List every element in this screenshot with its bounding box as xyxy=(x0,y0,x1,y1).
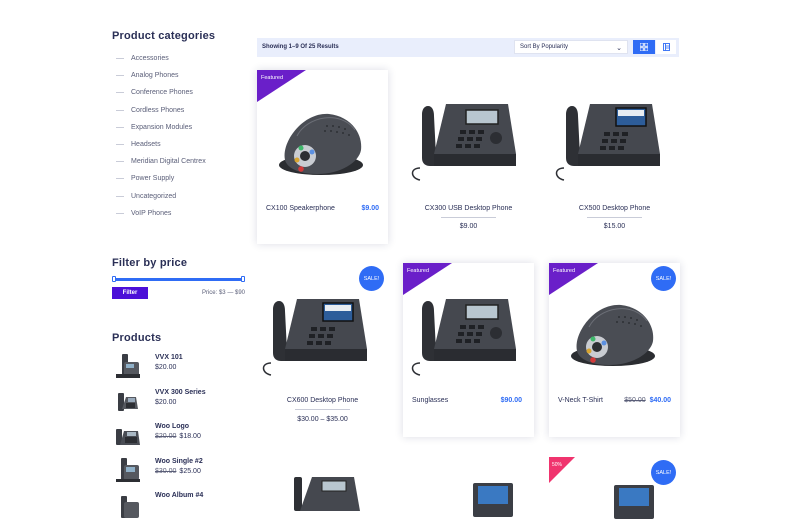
product-card[interactable]: CX500 Desktop Phone $15.00 xyxy=(549,70,680,244)
product-name[interactable]: Woo Logo xyxy=(155,423,201,430)
featured-label: Featured xyxy=(407,268,430,274)
price-filter-widget: Filter by price Filter Price: $3 — $90 xyxy=(112,257,245,299)
category-item[interactable]: VoIP Phones xyxy=(112,205,247,222)
shop-toolbar: Showing 1–9 Of 25 Results Sort By Popula… xyxy=(257,38,679,57)
product-title[interactable]: V-Neck T-Shirt xyxy=(558,397,603,404)
product-card[interactable]: SALE! CX600 Desktop Phone $30.00 – $35.0… xyxy=(257,263,388,437)
product-price: $50.00 $40.00 xyxy=(624,397,671,404)
product-image[interactable] xyxy=(279,94,367,186)
product-price: $90.00 xyxy=(500,397,522,404)
list-view-button[interactable] xyxy=(656,40,676,54)
product-price: $15.00 xyxy=(603,223,626,230)
list-item[interactable]: Woo Single #2 $30.00 $25.00 xyxy=(112,456,247,491)
product-card[interactable] xyxy=(403,457,534,517)
product-image[interactable] xyxy=(282,471,362,511)
category-item[interactable]: Headsets xyxy=(112,136,247,153)
product-price: $30.00 $25.00 xyxy=(155,467,201,475)
product-name[interactable]: VVX 300 Series xyxy=(155,389,206,396)
price-slider-track xyxy=(114,278,242,281)
product-thumbnail[interactable] xyxy=(112,352,144,380)
product-image[interactable] xyxy=(552,94,672,186)
product-card[interactable]: Featured SALE! V-Neck T-Shirt $50.00 $40… xyxy=(549,263,680,437)
discount-label: 50% xyxy=(552,462,563,468)
product-card[interactable]: Featured CX100 Speakerphone $9.00 xyxy=(257,70,388,244)
product-thumbnail[interactable] xyxy=(112,421,144,449)
product-price: $20.00 $18.00 xyxy=(155,433,201,440)
products-widget: Products VVX 101 $20.00 VVX 300 Series $… xyxy=(112,332,247,525)
price-slider-max-handle[interactable] xyxy=(241,276,245,282)
product-title[interactable]: Sunglasses xyxy=(412,397,448,404)
products-title: Products xyxy=(112,332,162,344)
product-title[interactable]: CX300 USB Desktop Phone xyxy=(403,205,534,212)
list-item[interactable]: VVX 101 $20.00 xyxy=(112,352,247,387)
product-name[interactable]: Woo Album #4 xyxy=(155,492,203,499)
product-thumbnail[interactable] xyxy=(112,387,144,415)
product-card[interactable] xyxy=(257,457,388,517)
list-item[interactable]: Woo Logo $20.00 $18.00 xyxy=(112,421,247,456)
product-price: $20.00 xyxy=(155,398,177,406)
product-card[interactable]: Featured Sunglasses $90.00 xyxy=(403,263,534,437)
category-item[interactable]: Accessories xyxy=(112,50,247,67)
divider xyxy=(587,217,642,218)
result-count: Showing 1–9 Of 25 Results xyxy=(262,44,339,50)
product-price: $9.00 xyxy=(361,205,379,212)
grid-view-button[interactable] xyxy=(633,40,655,54)
product-image[interactable] xyxy=(259,289,379,381)
category-item[interactable]: Conference Phones xyxy=(112,84,247,101)
product-title[interactable]: CX500 Desktop Phone xyxy=(549,205,680,212)
product-image[interactable] xyxy=(604,479,664,519)
product-title[interactable]: CX100 Speakerphone xyxy=(266,205,335,212)
product-name[interactable]: Woo Single #2 xyxy=(155,458,203,465)
categories-title: Product categories xyxy=(112,30,216,42)
price-filter-title: Filter by price xyxy=(112,257,188,269)
product-price: $30.00 – $35.00 xyxy=(297,416,348,423)
sidebar: Product categories Accessories Analog Ph… xyxy=(112,30,247,222)
product-title[interactable]: CX600 Desktop Phone xyxy=(257,397,388,404)
category-item[interactable]: Meridian Digital Centrex xyxy=(112,153,247,170)
grid-icon xyxy=(640,43,648,51)
product-thumbnail[interactable] xyxy=(112,490,144,518)
list-item[interactable]: Woo Album #4 xyxy=(112,490,247,525)
sale-badge: SALE! xyxy=(359,266,384,291)
price-slider-min-handle[interactable] xyxy=(112,276,116,282)
discount-ribbon xyxy=(549,457,575,483)
category-list: Accessories Analog Phones Conference Pho… xyxy=(112,50,247,222)
sort-select[interactable]: Sort By Popularity ⌄ xyxy=(514,40,628,54)
category-item[interactable]: Uncategorized xyxy=(112,188,247,205)
category-item[interactable]: Power Supply xyxy=(112,170,247,187)
product-card[interactable]: CX300 USB Desktop Phone $9.00 xyxy=(403,70,534,244)
product-price: $20.00 xyxy=(155,364,177,371)
category-item[interactable]: Cordless Phones xyxy=(112,102,247,119)
price-slider[interactable] xyxy=(112,276,245,282)
divider xyxy=(441,217,496,218)
category-item[interactable]: Expansion Modules xyxy=(112,119,247,136)
featured-label: Featured xyxy=(261,75,284,81)
featured-label: Featured xyxy=(553,268,576,274)
product-image[interactable] xyxy=(408,94,528,186)
filter-button[interactable]: Filter xyxy=(112,287,148,299)
product-card[interactable]: 50% SALE! xyxy=(549,457,680,519)
product-name[interactable]: VVX 101 xyxy=(155,354,183,361)
chevron-down-icon: ⌄ xyxy=(616,45,622,52)
category-item[interactable]: Analog Phones xyxy=(112,67,247,84)
divider xyxy=(295,409,350,410)
price-range-text: Price: $3 — $90 xyxy=(201,290,245,296)
product-image[interactable] xyxy=(571,285,659,377)
product-thumbnail[interactable] xyxy=(112,456,144,484)
product-image[interactable] xyxy=(463,477,523,517)
list-item[interactable]: VVX 300 Series $20.00 xyxy=(112,387,247,422)
sort-select-value: Sort By Popularity xyxy=(520,44,569,50)
product-price: $9.00 xyxy=(459,223,478,230)
list-icon xyxy=(662,43,670,51)
product-image[interactable] xyxy=(408,289,528,381)
